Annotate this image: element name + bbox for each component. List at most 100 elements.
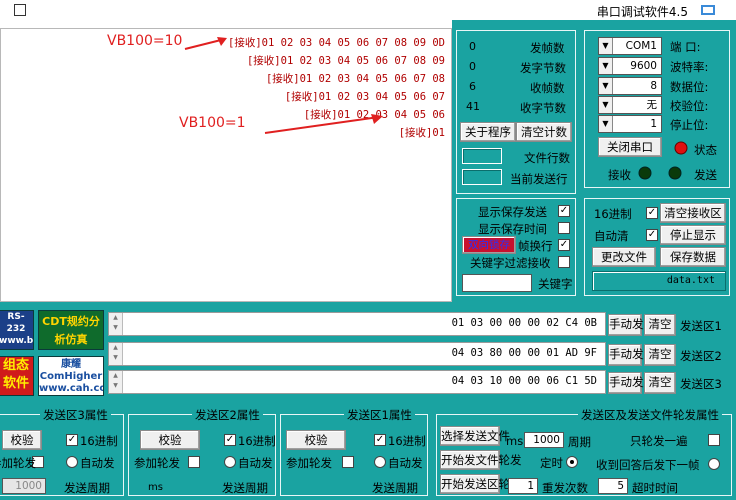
frame-wrap-checkbox[interactable]: ✓ — [558, 239, 570, 251]
area1-add-checkbox[interactable] — [342, 456, 354, 468]
area2-add-checkbox[interactable] — [188, 456, 200, 468]
stop-bits-select[interactable]: ▼ 1 — [598, 115, 662, 133]
change-file-button[interactable]: 更改文件 — [592, 247, 656, 267]
chevron-down-icon: ▼ — [599, 78, 613, 94]
recv-led-icon — [638, 166, 652, 180]
auto-clear-checkbox[interactable]: ✓ — [646, 229, 658, 241]
ad-rs232[interactable]: RS-232 www.bos — [0, 310, 34, 350]
send-area-2[interactable]: ▲ ▼ 04 03 80 00 00 01 AD 9F — [108, 342, 606, 366]
data-bits-select[interactable]: ▼ 8 — [598, 77, 662, 95]
area3-period-label: 发送周期 — [64, 481, 110, 495]
keyword-label: 关键字 — [538, 277, 573, 291]
area3-check-button[interactable]: 校验 — [2, 430, 42, 450]
restore-icon[interactable] — [14, 4, 26, 16]
ad-cdt[interactable]: CDT规约分析仿真 — [38, 310, 104, 350]
area3-auto-radio[interactable] — [66, 456, 78, 468]
chevron-down-icon: ▼ — [599, 58, 613, 74]
start-area-rotate-button[interactable]: 开始发送区轮发 — [440, 474, 522, 494]
scroll-arrows-icon[interactable]: ▲ ▼ — [109, 343, 123, 365]
close-port-button[interactable]: 关闭串口 — [598, 137, 662, 157]
resend-label: 重发次数 — [542, 481, 588, 495]
window-title: 串口调试软件4.5 — [596, 5, 688, 19]
recv-bytes-value: 41 — [466, 100, 480, 113]
area1-hex-checkbox[interactable]: ✓ — [374, 434, 386, 446]
auto-clear-label: 自动清 — [594, 229, 629, 243]
scroll-arrows-icon[interactable]: ▲ ▼ — [109, 371, 123, 393]
show-send-label: 显示保存发送 — [478, 205, 547, 219]
recv-bytes-label: 收字节数 — [520, 101, 566, 115]
port-select[interactable]: ▼ COM1 — [598, 37, 662, 55]
wrap-button[interactable]: 双向锁存 — [462, 236, 516, 254]
title-bar: 串口调试软件4.5 — [0, 0, 736, 20]
area2-hex-label: 16进制 — [238, 434, 276, 448]
area3-auto-label: 自动发 — [80, 456, 115, 470]
area1-props-title: 发送区1属性 — [344, 407, 415, 423]
frame-wrap-label: 帧换行 — [518, 239, 553, 253]
stop-bits-label: 停止位: — [670, 118, 709, 132]
area2-period-label: 发送周期 — [222, 481, 268, 495]
timeout-input[interactable]: 5 — [598, 478, 628, 494]
reply-next-radio[interactable] — [708, 458, 720, 470]
show-time-checkbox[interactable] — [558, 222, 570, 234]
keyword-input[interactable] — [462, 274, 532, 292]
resend-input[interactable]: 1 — [508, 478, 538, 494]
save-filename: data.txt — [592, 271, 726, 291]
area2-auto-radio[interactable] — [224, 456, 236, 468]
annotation-vb100-1: VB100=1 — [179, 115, 246, 131]
area3-period-input[interactable]: 1000 — [2, 478, 46, 494]
receive-line: [接收]01 02 03 04 05 06 07 08 — [265, 73, 445, 85]
hex-display-checkbox[interactable]: ✓ — [646, 207, 658, 219]
area1-auto-radio[interactable] — [374, 456, 386, 468]
area3-hex-checkbox[interactable]: ✓ — [66, 434, 78, 446]
area2-auto-label: 自动发 — [238, 456, 273, 470]
arrow-icon — [264, 114, 383, 134]
receive-line: [接收]01 — [398, 127, 445, 139]
area2-hex-checkbox[interactable]: ✓ — [224, 434, 236, 446]
start-file-rotate-button[interactable]: 开始发文件轮发 — [440, 450, 522, 470]
area1-check-button[interactable]: 校验 — [286, 430, 346, 450]
clear-send-2-button[interactable]: 清空 — [644, 344, 676, 366]
stop-display-button[interactable]: 停止显示 — [660, 225, 726, 245]
save-data-button[interactable]: 保存数据 — [660, 247, 726, 267]
send-led-label: 发送 — [694, 168, 717, 182]
period-input[interactable]: 1000 — [524, 432, 564, 448]
clear-count-button[interactable]: 清空计数 — [516, 122, 572, 142]
chevron-down-icon: ▼ — [599, 97, 613, 113]
clear-receive-button[interactable]: 清空接收区 — [660, 203, 726, 223]
parity-select[interactable]: ▼ 无 — [598, 96, 662, 114]
once-checkbox[interactable] — [708, 434, 720, 446]
baud-select[interactable]: ▼ 9600 — [598, 57, 662, 75]
recv-frames-label: 收帧数 — [530, 81, 565, 95]
receive-line: [接收]01 02 03 04 05 06 07 — [284, 91, 445, 103]
ms-label: ms — [506, 434, 524, 448]
file-lines-label: 文件行数 — [524, 151, 570, 165]
receive-area[interactable]: [接收]01 02 03 04 05 06 07 08 09 0D [接收]01… — [0, 28, 452, 302]
send-area-3[interactable]: ▲ ▼ 04 03 10 00 00 06 C1 5D — [108, 370, 606, 394]
area1-period-label: 发送周期 — [372, 481, 418, 495]
timer-radio[interactable] — [566, 456, 578, 468]
manual-send-3-button[interactable]: 手动发送 — [608, 372, 655, 394]
scroll-arrows-icon[interactable]: ▲ ▼ — [109, 313, 123, 335]
filter-checkbox[interactable] — [558, 256, 570, 268]
send-area-2-label: 发送区2 — [680, 349, 722, 363]
send-area-1[interactable]: ▲ ▼ 01 03 00 00 00 02 C4 0B — [108, 312, 606, 336]
chevron-down-icon: ▼ — [599, 116, 613, 132]
area3-props-title: 发送区3属性 — [40, 407, 111, 423]
manual-send-1-button[interactable]: 手动发送 — [608, 314, 655, 336]
select-file-button[interactable]: 选择发送文件 — [440, 426, 510, 446]
area1-add-label: 参加轮发 — [286, 456, 332, 470]
about-button[interactable]: 关于程序 — [460, 122, 516, 142]
baud-label: 波特率: — [670, 60, 709, 74]
current-line-label: 当前发送行 — [510, 172, 568, 186]
ad-config[interactable]: 组态软件 — [0, 356, 34, 396]
show-time-label: 显示保存时间 — [478, 222, 547, 236]
clear-send-1-button[interactable]: 清空 — [644, 314, 676, 336]
area2-check-button[interactable]: 校验 — [140, 430, 200, 450]
manual-send-2-button[interactable]: 手动发送 — [608, 344, 655, 366]
show-send-checkbox[interactable]: ✓ — [558, 205, 570, 217]
annotation-vb100-10: VB100=10 — [107, 33, 183, 49]
clear-send-3-button[interactable]: 清空 — [644, 372, 676, 394]
ad-comhigher[interactable]: 康耀 ComHigher www.cah.com — [38, 356, 104, 396]
status-led-icon — [674, 141, 688, 155]
area2-add-label: 参加轮发 — [134, 456, 180, 470]
